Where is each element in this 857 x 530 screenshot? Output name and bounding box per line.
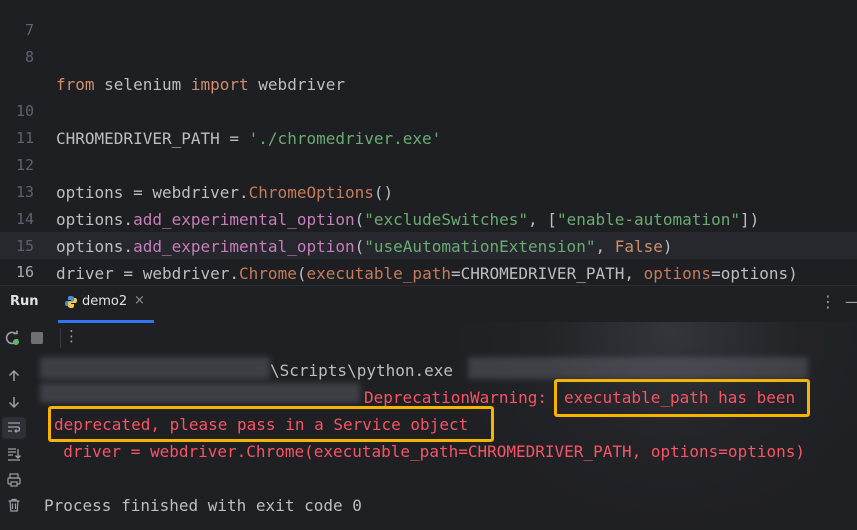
tab-label: demo2	[82, 294, 128, 309]
string-literal: './chromedriver.exe'	[248, 129, 442, 148]
code-text: CHROMEDRIVER_PATH =	[56, 129, 249, 148]
code-line-12: 12 options = webdriver.ChromeOptions()	[0, 125, 393, 202]
code-text: (	[354, 237, 365, 256]
code-text: ])	[739, 210, 760, 229]
code-text: options.	[56, 237, 134, 256]
more-options-icon[interactable]: ⋮	[820, 292, 836, 311]
function-name: ChromeOptions	[248, 183, 374, 202]
code-line-14: 14 options.add_experimental_option("useA…	[0, 179, 673, 256]
more-options-icon: ⋮	[64, 327, 79, 345]
code-line-13: 13 options.add_experimental_option("excl…	[0, 152, 759, 229]
trash-icon[interactable]	[7, 498, 21, 512]
code-text: =CHROMEDRIVER_PATH,	[450, 264, 644, 283]
arrow-down-icon[interactable]	[7, 395, 21, 409]
code-text: webdriver	[248, 75, 345, 94]
stop-icon[interactable]	[31, 332, 43, 344]
code-line-11: 11	[0, 98, 39, 147]
parameter-name: options	[643, 264, 712, 283]
string-literal: "excludeSwitches"	[364, 210, 529, 229]
run-toolbar: ⋮	[0, 321, 857, 355]
code-text: =options)	[711, 264, 798, 283]
python-icon	[65, 296, 77, 308]
line-number: 16	[15, 263, 34, 281]
close-icon[interactable]: ×	[134, 293, 145, 308]
function-name: Chrome	[239, 264, 297, 283]
method-name: add_experimental_option	[133, 210, 355, 229]
redacted-path	[40, 357, 270, 379]
redacted-path	[468, 357, 808, 379]
toolbar-divider	[60, 328, 61, 348]
code-text: ()	[373, 183, 394, 202]
warning-label: DeprecationWarning:	[364, 388, 557, 407]
keyword: False	[614, 237, 663, 256]
print-icon[interactable]	[7, 473, 21, 487]
run-panel-title: Run	[10, 294, 39, 309]
code-text: options = webdriver.	[56, 183, 249, 202]
exit-message: Process finished with exit code 0	[44, 496, 362, 515]
minimize-icon[interactable]: —	[845, 292, 857, 311]
code-line-7: 7	[0, 0, 39, 39]
code-line-8: 8 from selenium import webdriver	[0, 17, 345, 94]
soft-wrap-button[interactable]	[2, 417, 26, 439]
run-panel-header: Run demo2 × ⋮ —	[0, 285, 857, 323]
code-text: , [	[528, 210, 557, 229]
method-name: add_experimental_option	[133, 237, 355, 256]
warning-message-part2: deprecated, please pass in a Service obj…	[54, 415, 469, 434]
code-text: driver = webdriver.	[56, 264, 240, 283]
scroll-to-end-icon[interactable]	[7, 447, 21, 461]
rerun-icon[interactable]	[4, 330, 20, 346]
code-line-10: 10 CHROMEDRIVER_PATH = './chromedriver.e…	[0, 71, 441, 148]
code-text: options.	[56, 210, 134, 229]
code-line-16: 16	[0, 232, 39, 281]
code-line-15: 15 driver = webdriver.Chrome(executable_…	[0, 206, 798, 283]
parameter-name: executable_path	[306, 264, 451, 283]
code-editor[interactable]: 7 8 from selenium import webdriver 10 CH…	[0, 0, 857, 285]
console-side-toolbar	[0, 355, 30, 525]
code-text: ,	[595, 237, 615, 256]
code-text: )	[662, 237, 673, 256]
code-text: (	[354, 210, 365, 229]
warning-message-part1: executable_path has been	[564, 388, 796, 407]
line-number: 8	[24, 48, 34, 66]
keyword: from	[56, 75, 95, 94]
redacted-path	[40, 383, 360, 403]
soft-wrap-icon	[8, 422, 21, 433]
string-literal: "enable-automation"	[556, 210, 740, 229]
interpreter-path: \Scripts\python.exe	[270, 361, 454, 380]
console-output[interactable]: \Scripts\python.exe DeprecationWarning: …	[30, 355, 857, 525]
keyword: import	[190, 75, 249, 94]
warning-source-line: driver = webdriver.Chrome(executable_pat…	[44, 442, 805, 461]
string-literal: "useAutomationExtension"	[364, 237, 596, 256]
arrow-up-icon[interactable]	[7, 369, 21, 383]
tab-demo2[interactable]: demo2 ×	[58, 286, 154, 323]
code-text: selenium	[94, 75, 191, 94]
